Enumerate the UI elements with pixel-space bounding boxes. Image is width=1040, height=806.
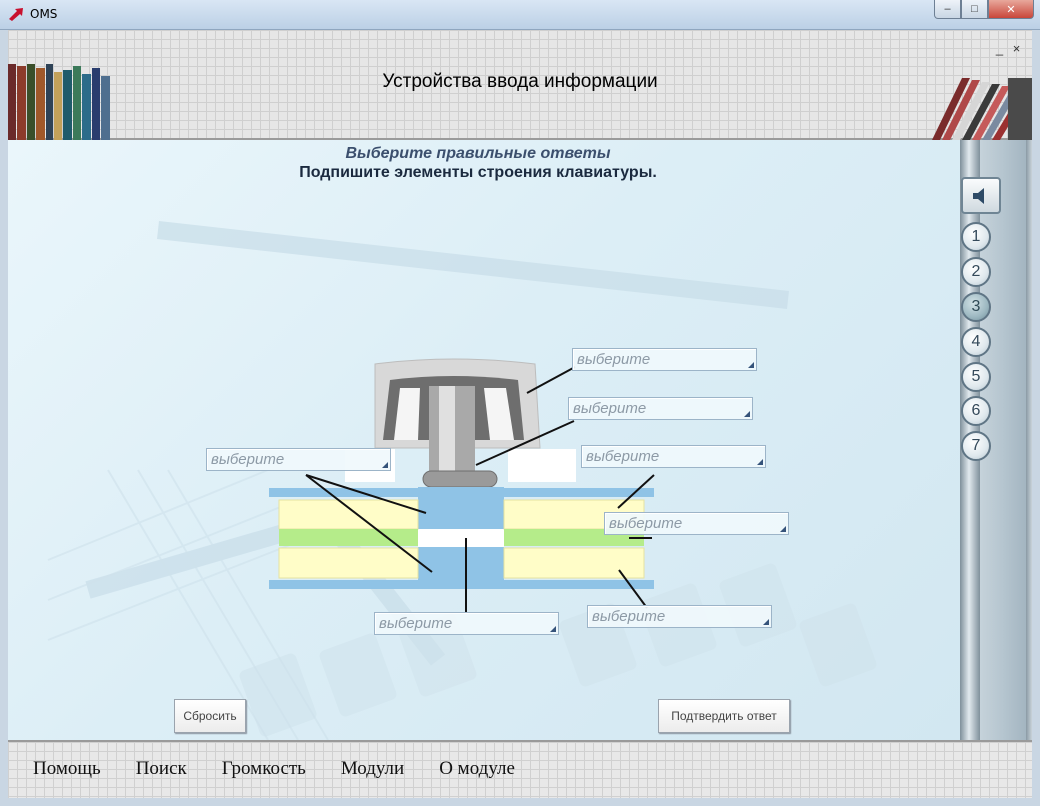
dropdown-placeholder: выберите xyxy=(379,615,453,632)
window-title: OMS xyxy=(30,7,58,21)
dropdown-placeholder: выберите xyxy=(609,515,683,532)
dropdown-arrow-icon xyxy=(763,619,769,625)
question-6-button[interactable]: 6 xyxy=(961,396,991,426)
dropdown-plunger[interactable]: выберите xyxy=(568,397,753,420)
membrane-lower-left xyxy=(278,547,419,579)
question-4-button[interactable]: 4 xyxy=(961,327,991,357)
app-logo-icon xyxy=(9,8,23,21)
app-frame: Устройства ввода информации _ × Выберите… xyxy=(8,30,1032,798)
dropdown-base[interactable]: выберите xyxy=(374,612,559,635)
dropdown-placeholder: выберите xyxy=(577,351,651,368)
dropdown-placeholder: выберите xyxy=(573,400,647,417)
bottom-menu: Помощь Поиск Громкость Модули О модуле xyxy=(33,758,550,780)
dropdown-keycap[interactable]: выберите xyxy=(572,348,757,371)
dropdown-arrow-icon xyxy=(382,462,388,468)
module-minimize-button[interactable]: _ xyxy=(992,42,1007,57)
window-controls: ‒ □ ✕ xyxy=(934,0,1034,20)
dropdown-placeholder: выберите xyxy=(592,608,666,625)
module-close-button[interactable]: × xyxy=(1009,42,1024,57)
menu-search[interactable]: Поиск xyxy=(136,758,187,780)
menu-modules[interactable]: Модули xyxy=(341,758,404,780)
page-title: Устройства ввода информации xyxy=(382,71,658,92)
dropdown-arrow-icon xyxy=(780,526,786,532)
dropdown-placeholder: выберите xyxy=(586,448,660,465)
menu-help[interactable]: Помощь xyxy=(33,758,101,780)
question-7-button[interactable]: 7 xyxy=(961,431,991,461)
dropdown-membrane-top[interactable]: выберите xyxy=(581,445,766,468)
menu-volume[interactable]: Громкость xyxy=(222,758,306,780)
window-titlebar: OMS ‒ □ ✕ xyxy=(0,0,1040,30)
close-button[interactable]: ✕ xyxy=(988,0,1034,19)
spacer-left xyxy=(279,529,418,546)
header: Устройства ввода информации _ × xyxy=(8,30,1032,140)
dropdown-arrow-icon xyxy=(550,626,556,632)
membrane-lower-right xyxy=(503,547,645,579)
dropdown-placeholder: выберите xyxy=(211,451,285,468)
dropdown-arrow-icon xyxy=(757,459,763,465)
keyboard-key-diagram xyxy=(269,358,655,613)
submit-answer-button[interactable]: Подтвердить ответ xyxy=(658,699,790,733)
question-nav: 1 2 3 4 5 6 7 xyxy=(960,140,1032,740)
speaker-icon xyxy=(973,187,984,204)
nav-rail-edge xyxy=(1026,140,1032,740)
dropdown-arrow-icon xyxy=(744,411,750,417)
question-3-button[interactable]: 3 xyxy=(961,292,991,322)
sound-button[interactable] xyxy=(961,177,1001,214)
dropdown-spacer[interactable]: выберите xyxy=(604,512,789,535)
menu-about-module[interactable]: О модуле xyxy=(439,758,515,780)
bottom-menu-bar: Помощь Поиск Громкость Модули О модуле xyxy=(8,740,1032,798)
dropdown-contact[interactable]: выберите xyxy=(206,448,391,471)
content-area: Выберите правильные ответы Подпишите эле… xyxy=(8,140,960,740)
question-2-button[interactable]: 2 xyxy=(961,257,991,287)
module-controls: _ × xyxy=(992,42,1024,57)
reset-button[interactable]: Сбросить xyxy=(174,699,246,733)
question-5-button[interactable]: 5 xyxy=(961,362,991,392)
bottom-plate xyxy=(269,580,654,589)
dropdown-membrane-bottom[interactable]: выберите xyxy=(587,605,772,628)
dropdown-arrow-icon xyxy=(748,362,754,368)
question-1-button[interactable]: 1 xyxy=(961,222,991,252)
minimize-button[interactable]: ‒ xyxy=(934,0,961,19)
maximize-button[interactable]: □ xyxy=(961,0,988,19)
